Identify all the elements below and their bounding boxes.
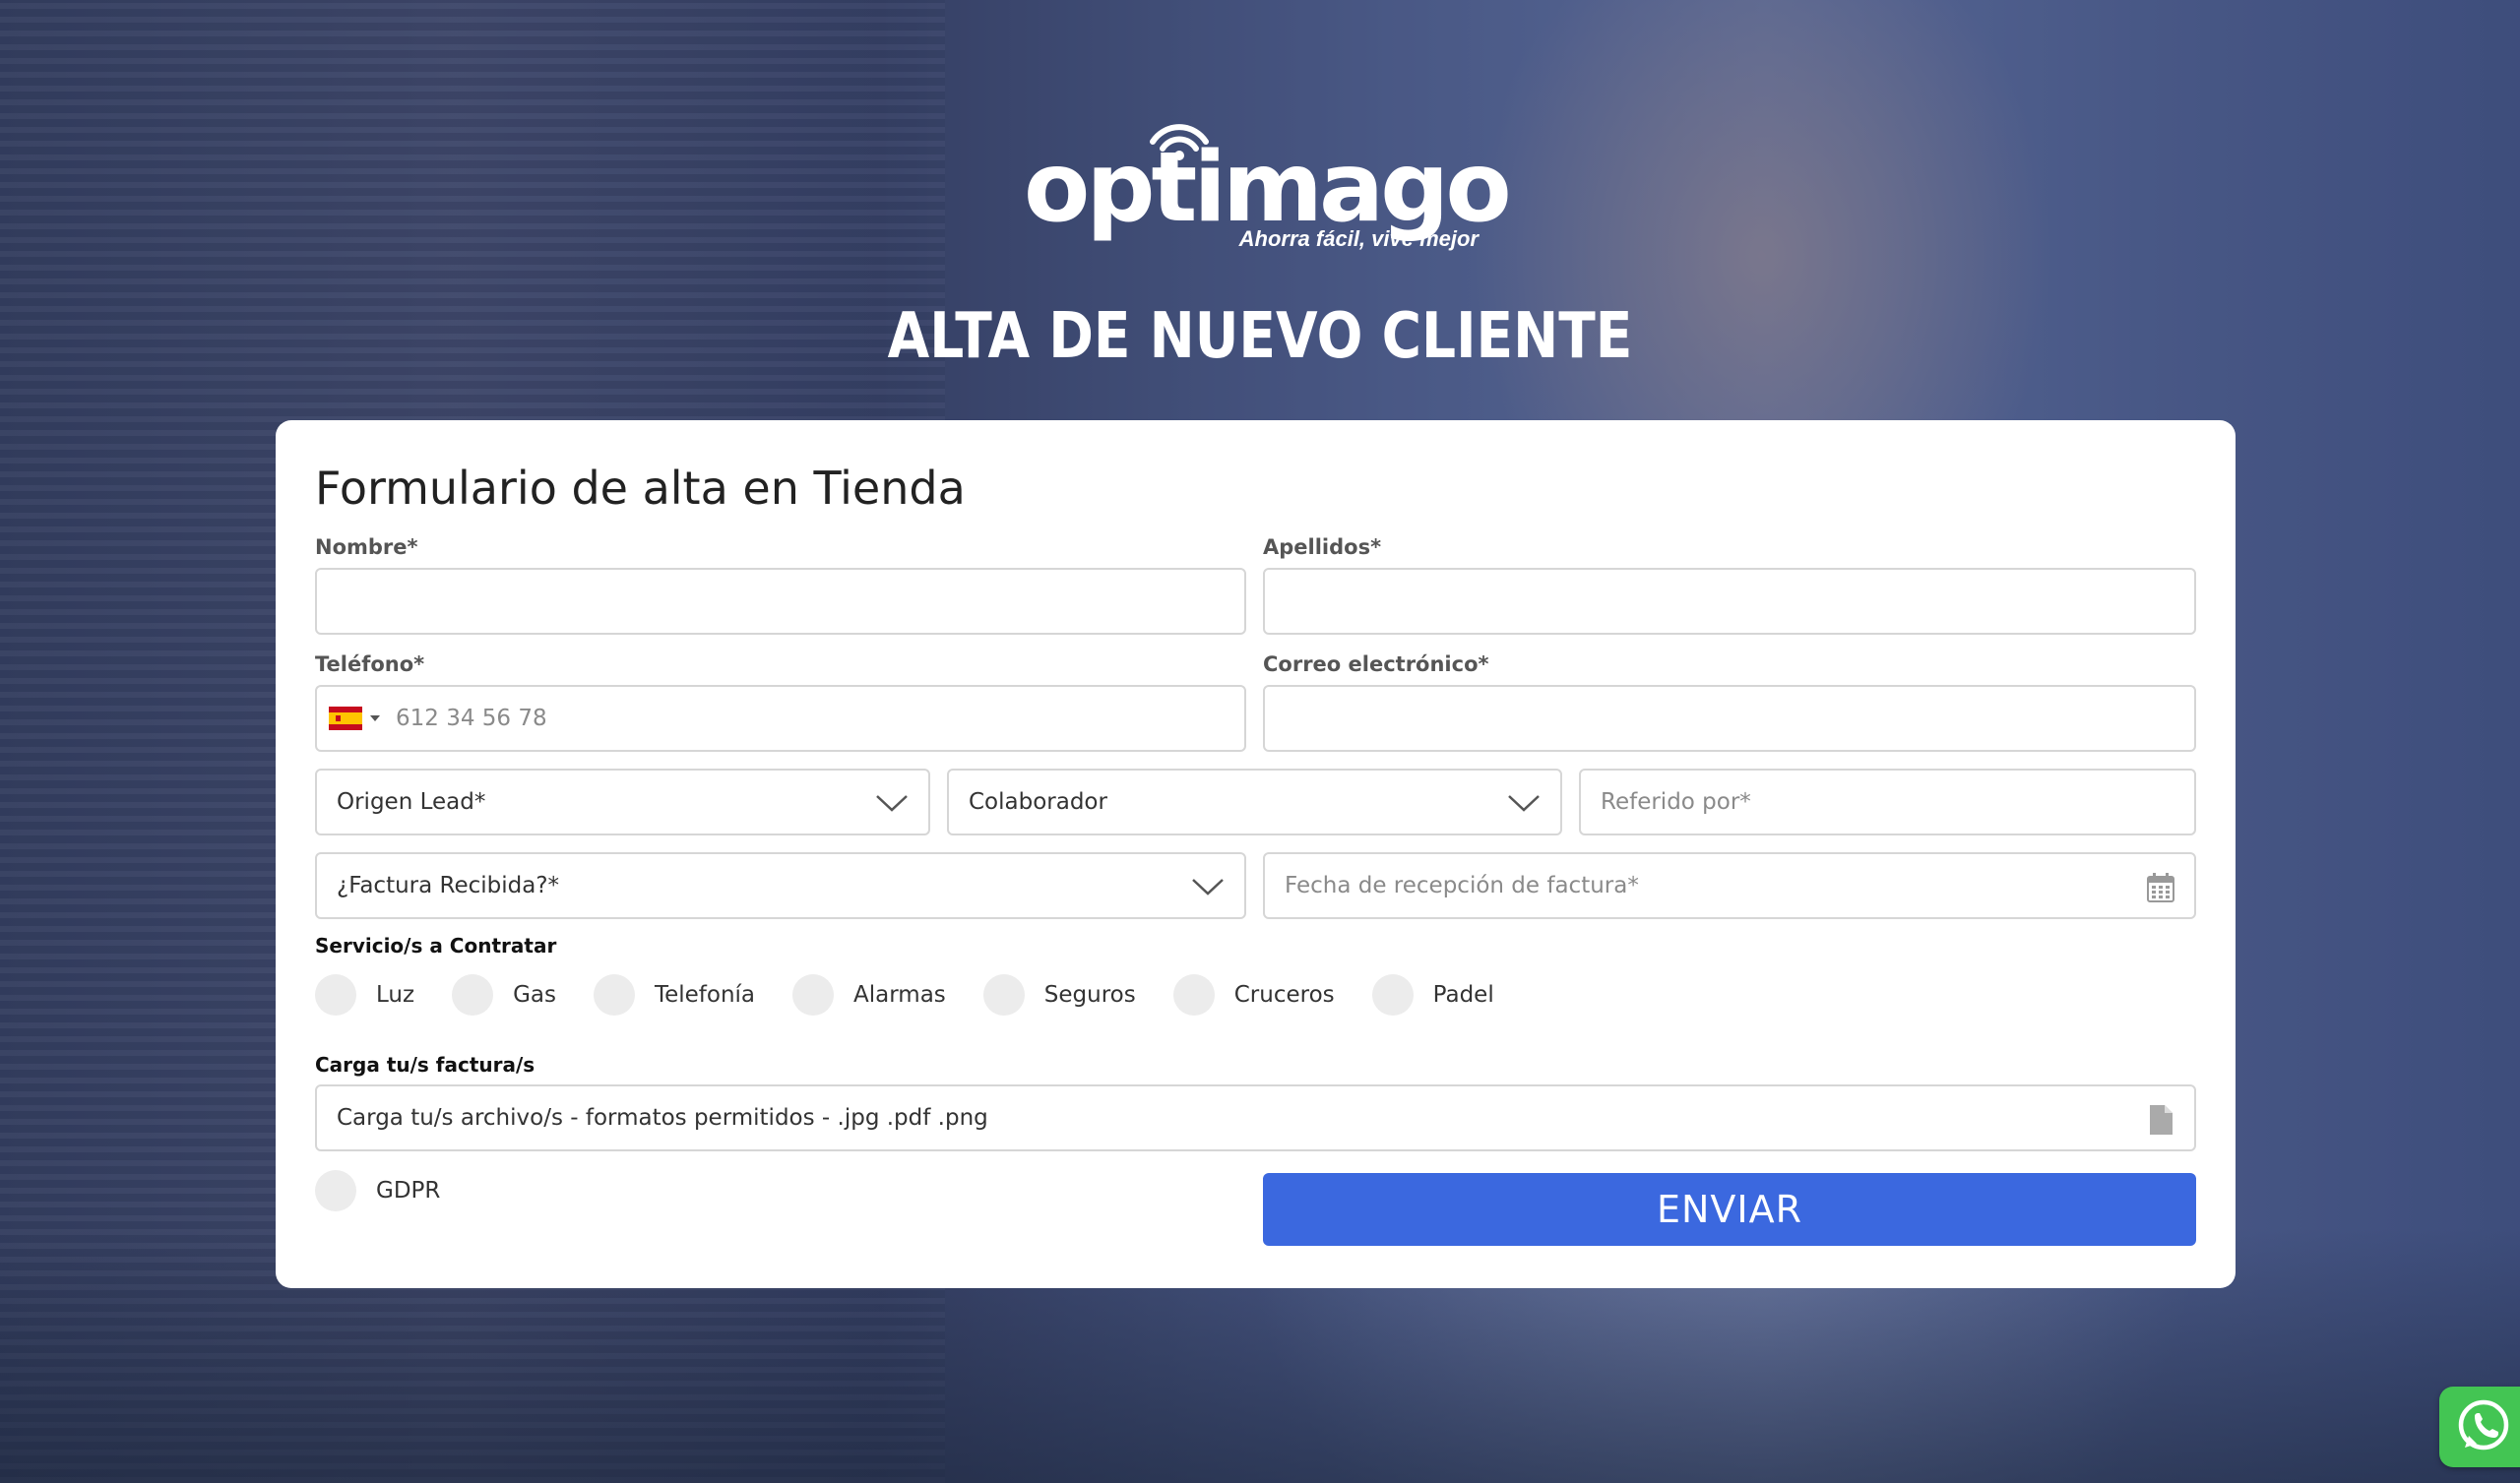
colaborador-value: Colaborador — [969, 789, 1107, 815]
servicio-label: Cruceros — [1233, 982, 1335, 1008]
radio-alarmas[interactable] — [792, 974, 835, 1016]
logo-wordmark: optimago — [1024, 132, 1512, 244]
servicio-label: Seguros — [1043, 982, 1136, 1008]
form-card: Formulario de alta en Tienda Nombre* Ape… — [276, 420, 2236, 1288]
servicios-options: Luz Gas Telefonía Alarmas Seguros Crucer… — [315, 974, 1532, 1016]
correo-label: Correo electrónico* — [1263, 652, 1489, 676]
radio-gas[interactable] — [452, 974, 494, 1016]
country-selector[interactable] — [329, 707, 380, 730]
spain-flag-icon — [329, 707, 362, 730]
carga-label: Carga tu/s factura/s — [315, 1053, 536, 1077]
chevron-down-icon — [1508, 795, 1540, 812]
servicio-option-luz[interactable]: Luz — [315, 974, 414, 1016]
submit-button[interactable]: ENVIAR — [1263, 1173, 2196, 1246]
nombre-input[interactable] — [315, 568, 1246, 635]
factura-recibida-value: ¿Factura Recibida?* — [337, 873, 560, 898]
origen-lead-select[interactable]: Origen Lead* — [315, 769, 930, 835]
gdpr-radio[interactable] — [315, 1170, 356, 1211]
radio-padel[interactable] — [1371, 974, 1414, 1016]
servicio-label: Padel — [1432, 982, 1494, 1008]
fecha-recepcion-input[interactable]: Fecha de recepción de factura* — [1263, 852, 2196, 919]
servicio-option-alarmas[interactable]: Alarmas — [792, 974, 946, 1016]
apellidos-label: Apellidos* — [1263, 535, 1382, 559]
origen-lead-value: Origen Lead* — [337, 789, 486, 815]
logo-tagline: Ahorra fácil, vive mejor — [1238, 226, 1479, 251]
nombre-label: Nombre* — [315, 535, 418, 559]
gdpr-label: GDPR — [376, 1178, 441, 1204]
servicio-label: Alarmas — [853, 982, 946, 1008]
gdpr-checkbox[interactable]: GDPR — [315, 1170, 440, 1211]
whatsapp-icon — [2458, 1399, 2509, 1451]
servicio-label: Luz — [376, 982, 415, 1008]
fecha-recepcion-placeholder: Fecha de recepción de factura* — [1285, 873, 1639, 898]
radio-telefonia[interactable] — [593, 974, 635, 1016]
calendar-icon[interactable] — [2147, 873, 2174, 902]
form-title: Formulario de alta en Tienda — [315, 462, 966, 515]
telefono-input[interactable]: 612 34 56 78 — [315, 685, 1246, 752]
servicio-option-telefonia[interactable]: Telefonía — [593, 974, 756, 1016]
radio-luz[interactable] — [315, 974, 356, 1016]
radio-seguros[interactable] — [982, 974, 1025, 1016]
referido-input[interactable]: Referido por* — [1579, 769, 2196, 835]
correo-input[interactable] — [1263, 685, 2196, 752]
servicio-option-padel[interactable]: Padel — [1371, 974, 1494, 1016]
servicio-option-cruceros[interactable]: Cruceros — [1172, 974, 1335, 1016]
servicio-label: Gas — [513, 982, 556, 1008]
servicio-option-seguros[interactable]: Seguros — [982, 974, 1136, 1016]
chevron-down-icon — [1192, 879, 1224, 896]
referido-placeholder: Referido por* — [1601, 789, 1751, 815]
file-icon — [2150, 1105, 2173, 1135]
apellidos-input[interactable] — [1263, 568, 2196, 635]
page-title: ALTA DE NUEVO CLIENTE — [887, 300, 1633, 373]
telefono-label: Teléfono* — [315, 652, 425, 676]
radio-cruceros[interactable] — [1172, 974, 1215, 1016]
factura-recibida-select[interactable]: ¿Factura Recibida?* — [315, 852, 1246, 919]
servicio-label: Telefonía — [654, 982, 756, 1008]
whatsapp-button[interactable] — [2439, 1387, 2520, 1467]
telefono-placeholder: 612 34 56 78 — [396, 706, 547, 731]
file-upload-text: Carga tu/s archivo/s - formatos permitid… — [337, 1105, 988, 1131]
brand-logo: optimago Ahorra fácil, vive mejor — [1024, 110, 1512, 258]
chevron-down-icon — [876, 795, 908, 812]
colaborador-select[interactable]: Colaborador — [947, 769, 1562, 835]
caret-down-icon — [370, 715, 380, 721]
servicios-label: Servicio/s a Contratar — [315, 934, 557, 958]
file-upload-input[interactable]: Carga tu/s archivo/s - formatos permitid… — [315, 1084, 2196, 1151]
servicio-option-gas[interactable]: Gas — [452, 974, 556, 1016]
